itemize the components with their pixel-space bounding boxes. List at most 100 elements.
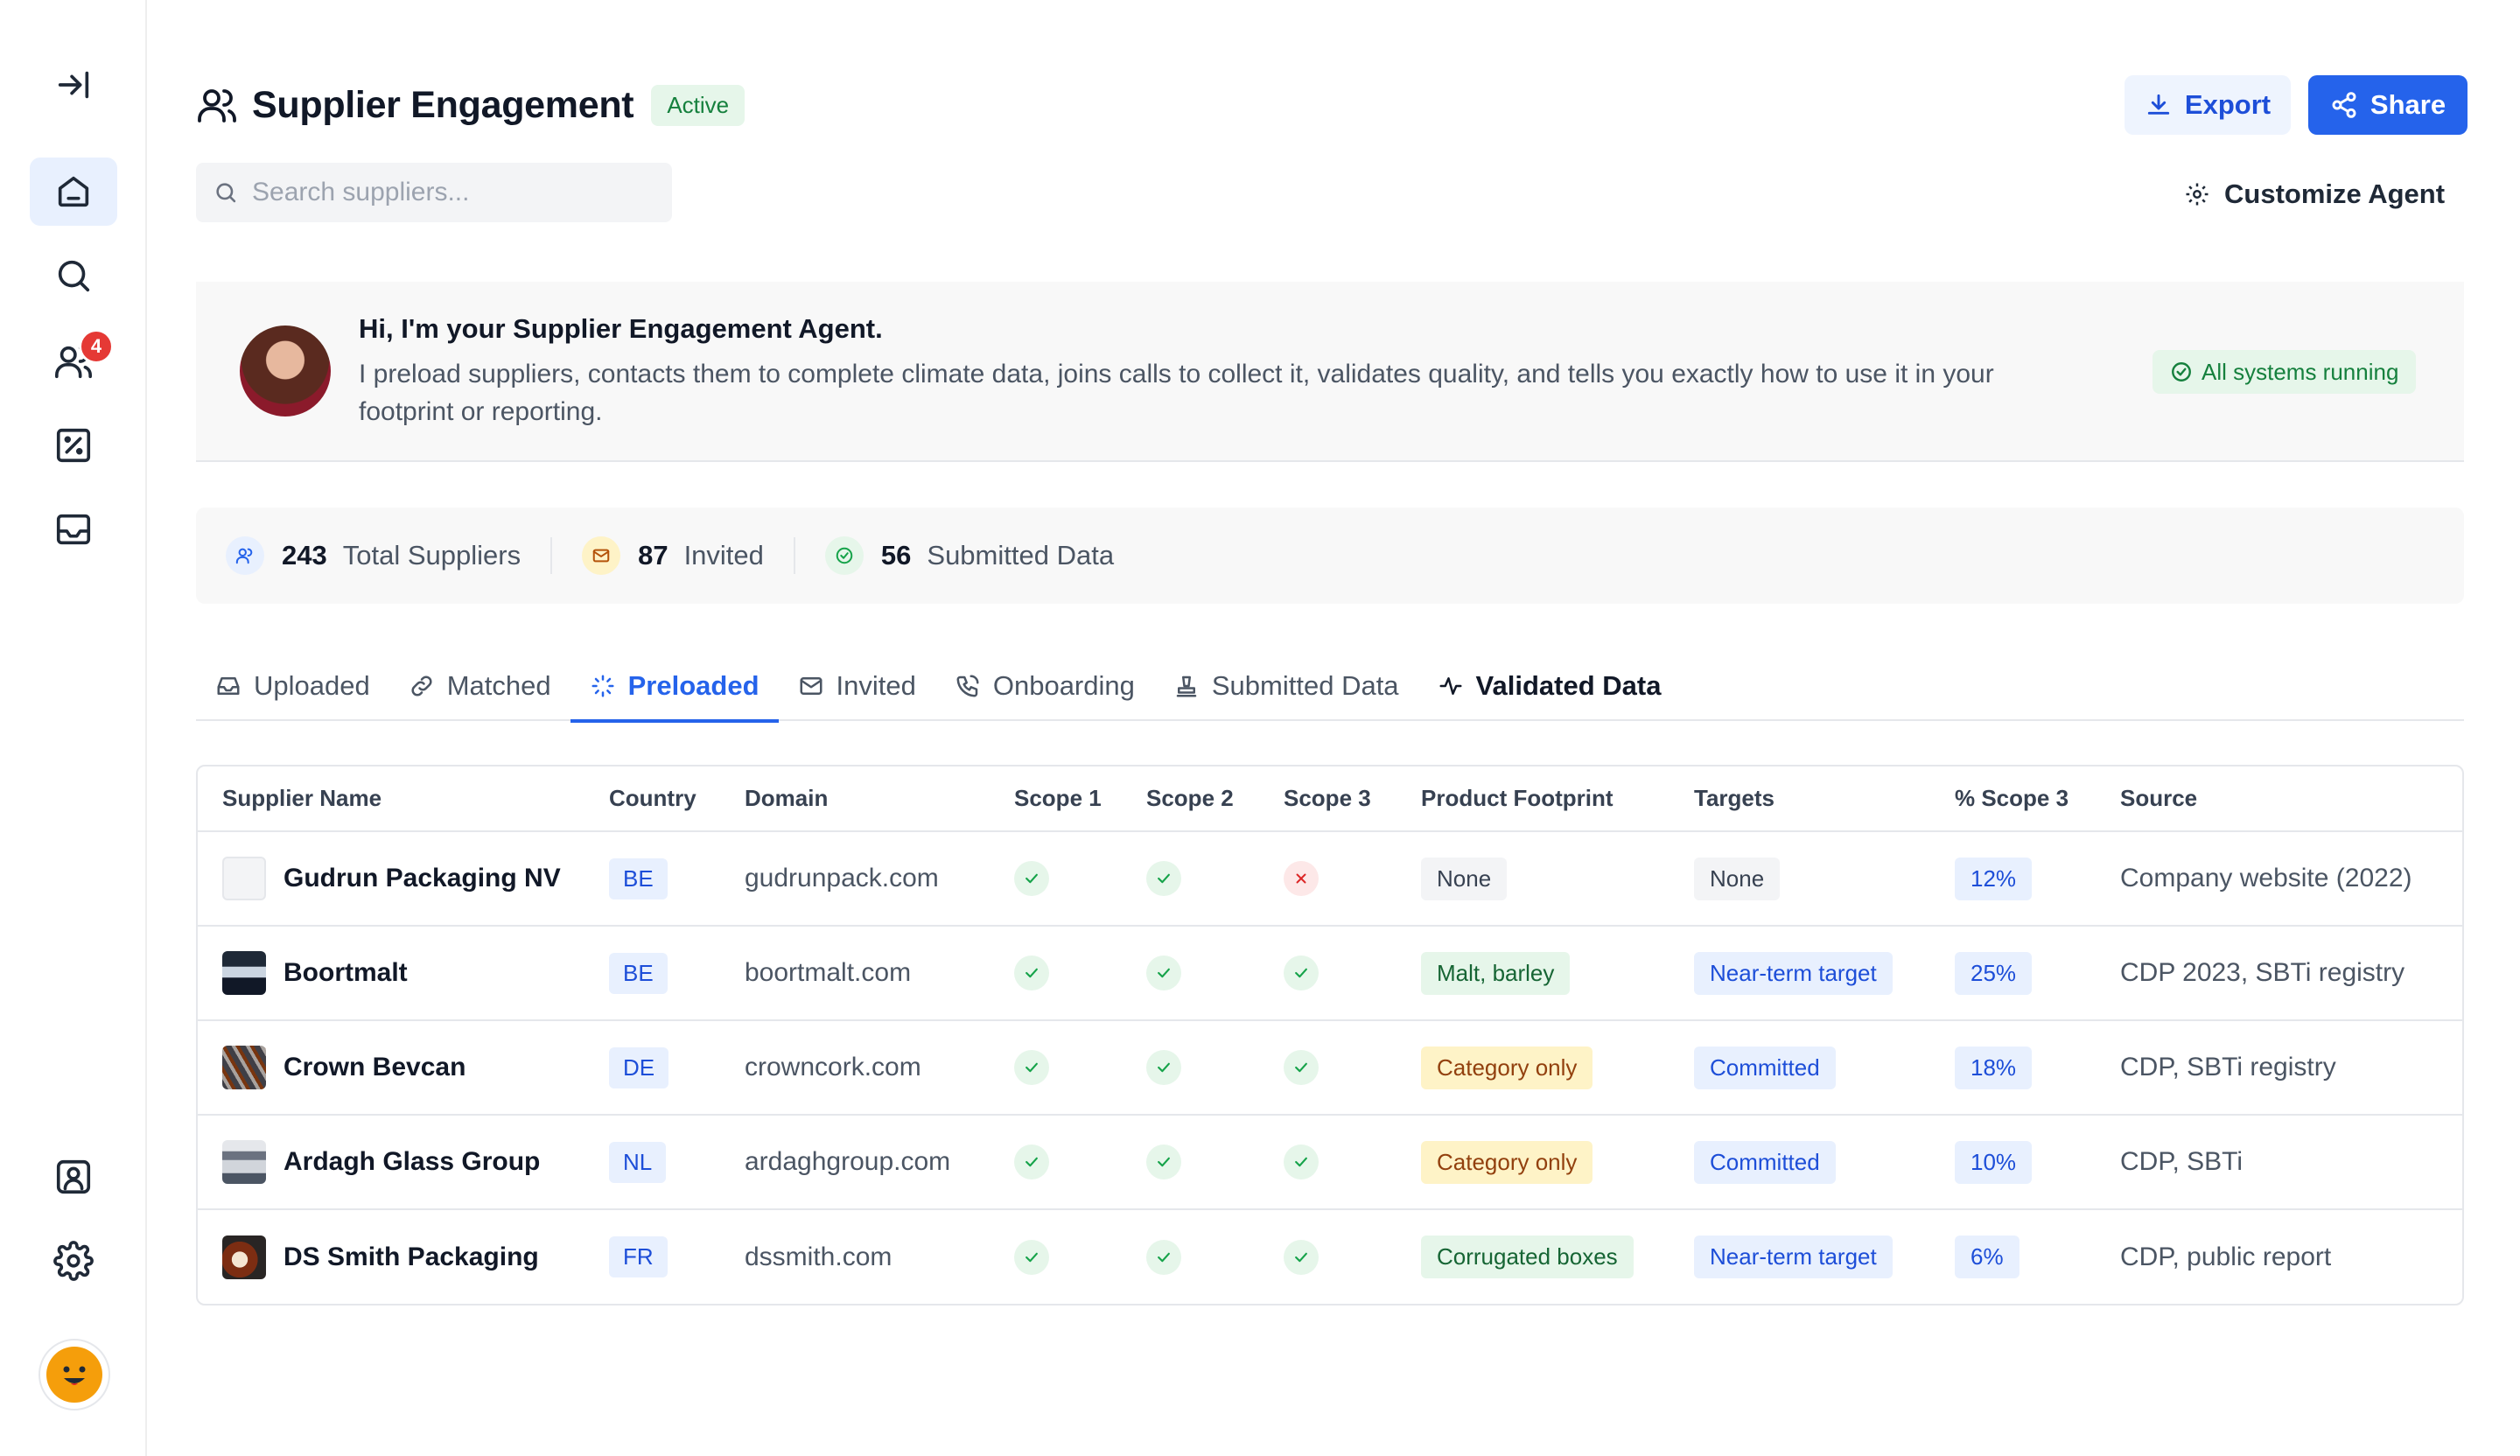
- country-code: BE: [609, 858, 668, 900]
- table-row[interactable]: Boortmalt BE boortmalt.com Malt, barley …: [198, 926, 2462, 1020]
- contact-card-icon: [56, 1159, 91, 1194]
- check-icon: [1284, 1239, 1319, 1275]
- tab-label: Matched: [446, 670, 551, 701]
- column-header[interactable]: Supplier Name: [198, 766, 584, 832]
- nav-suppliers[interactable]: 4: [30, 327, 117, 396]
- collapse-sidebar-button[interactable]: [30, 51, 117, 119]
- gear-icon: [53, 1241, 94, 1281]
- targets-pill: Near-term target: [1694, 951, 1893, 995]
- supplier-cell: Gudrun Packaging NV: [222, 857, 584, 900]
- users-icon: [226, 536, 264, 575]
- domain: boortmalt.com: [745, 958, 912, 987]
- page-header: Supplier Engagement Active: [196, 74, 746, 136]
- table-row[interactable]: Crown Bevcan DE crowncork.com Category o…: [198, 1020, 2462, 1115]
- tab-invited[interactable]: Invited: [779, 651, 935, 721]
- targets-pill: Committed: [1694, 1140, 1836, 1184]
- tab-onboarding[interactable]: Onboarding: [935, 651, 1154, 721]
- search-icon: [58, 260, 90, 292]
- users-icon: [198, 89, 236, 122]
- supplier-cell: Ardagh Glass Group: [222, 1140, 584, 1184]
- table-row[interactable]: Ardagh Glass Group NL ardaghgroup.com Ca…: [198, 1115, 2462, 1209]
- nav-home[interactable]: [30, 158, 117, 226]
- column-header[interactable]: Domain: [720, 766, 990, 832]
- supplier-name[interactable]: Ardagh Glass Group: [284, 1147, 540, 1177]
- column-header[interactable]: Product Footprint: [1396, 766, 1670, 832]
- share-button[interactable]: Share: [2308, 75, 2468, 135]
- supplier-name[interactable]: DS Smith Packaging: [284, 1242, 539, 1272]
- check-icon: [1146, 1050, 1181, 1085]
- tab-uploaded[interactable]: Uploaded: [196, 651, 389, 721]
- nav-search[interactable]: [30, 242, 117, 310]
- table-row[interactable]: DS Smith Packaging FR dssmith.com Corrug…: [198, 1209, 2462, 1304]
- footprint-pill: Corrugated boxes: [1421, 1236, 1634, 1278]
- supplier-name[interactable]: Gudrun Packaging NV: [284, 864, 561, 893]
- source: Company website (2022): [2120, 864, 2412, 892]
- tab-label: Onboarding: [992, 670, 1135, 701]
- export-label: Export: [2184, 89, 2272, 120]
- customize-agent-button[interactable]: Customize Agent: [2184, 172, 2445, 217]
- column-header[interactable]: % Scope 3: [1930, 766, 2096, 832]
- tab-matched[interactable]: Matched: [389, 651, 570, 721]
- table-row[interactable]: Gudrun Packaging NV BE gudrunpack.com No…: [198, 831, 2462, 926]
- phone-icon: [956, 675, 979, 697]
- column-header[interactable]: Country: [584, 766, 720, 832]
- agent-avatar: [240, 326, 331, 416]
- tab-preloaded[interactable]: Preloaded: [570, 651, 779, 723]
- supplier-name[interactable]: Boortmalt: [284, 958, 408, 988]
- supplier-name[interactable]: Crown Bevcan: [284, 1053, 466, 1082]
- column-header[interactable]: Scope 1: [990, 766, 1122, 832]
- nav-contacts[interactable]: [30, 1143, 117, 1211]
- check-icon: [1014, 1239, 1049, 1275]
- activity-icon: [1439, 677, 1462, 695]
- nav-settings[interactable]: [30, 1227, 117, 1295]
- tab-validated-data[interactable]: Validated Data: [1418, 651, 1681, 721]
- inbox-icon: [217, 677, 240, 695]
- user-avatar[interactable]: [38, 1339, 110, 1410]
- tab-submitted-data[interactable]: Submitted Data: [1154, 651, 1418, 721]
- supplier-logo: [222, 1046, 266, 1089]
- source: CDP 2023, SBTi registry: [2120, 958, 2405, 987]
- search-input[interactable]: [252, 178, 654, 207]
- page-title: Supplier Engagement: [252, 83, 634, 126]
- search-icon: [216, 183, 236, 203]
- systems-status-badge: All systems running: [2152, 350, 2417, 394]
- column-header[interactable]: Scope 2: [1122, 766, 1259, 832]
- country-code: NL: [609, 1141, 667, 1183]
- domain: gudrunpack.com: [745, 864, 939, 892]
- agent-description: I preload suppliers, contacts them to co…: [359, 360, 1994, 426]
- status-badge: Active: [651, 84, 746, 126]
- check-icon: [1014, 861, 1049, 896]
- mail-icon: [800, 677, 822, 695]
- gear-icon: [2186, 183, 2208, 206]
- link-icon: [411, 676, 432, 696]
- check-icon: [1284, 1050, 1319, 1085]
- notification-badge: 4: [79, 329, 114, 364]
- x-icon: [1284, 861, 1319, 896]
- column-header[interactable]: Scope 3: [1259, 766, 1396, 832]
- nav-inbox[interactable]: [30, 495, 117, 564]
- tab-label: Submitted Data: [1211, 670, 1399, 701]
- supplier-logo: [222, 951, 266, 995]
- download-icon: [2147, 94, 2170, 115]
- stat-total-suppliers: 243 Total Suppliers: [226, 535, 521, 577]
- percent-box-icon: [56, 428, 91, 463]
- stat-label: Total Suppliers: [342, 540, 522, 570]
- column-header[interactable]: Source: [2096, 766, 2462, 832]
- stat-submitted: 56 Submitted Data: [824, 535, 1114, 577]
- domain: ardaghgroup.com: [745, 1147, 951, 1176]
- stat-label: Invited: [683, 540, 764, 570]
- footprint-pill: None: [1421, 857, 1508, 900]
- check-circle-icon: [2172, 362, 2191, 382]
- check-icon: [1284, 1144, 1319, 1180]
- column-header[interactable]: Targets: [1670, 766, 1930, 832]
- targets-pill: Committed: [1694, 1046, 1836, 1089]
- tab-label: Preloaded: [627, 670, 760, 701]
- nav-calculations[interactable]: [30, 411, 117, 480]
- domain: crowncork.com: [745, 1053, 921, 1082]
- scope3-percent: 18%: [1955, 1046, 2033, 1089]
- table-header-row: Supplier Name Country Domain Scope 1 Sco…: [198, 766, 2462, 832]
- footprint-pill: Category only: [1421, 1140, 1593, 1184]
- tab-label: Invited: [836, 670, 916, 701]
- collapse-icon: [58, 71, 89, 99]
- export-button[interactable]: Export: [2124, 75, 2291, 135]
